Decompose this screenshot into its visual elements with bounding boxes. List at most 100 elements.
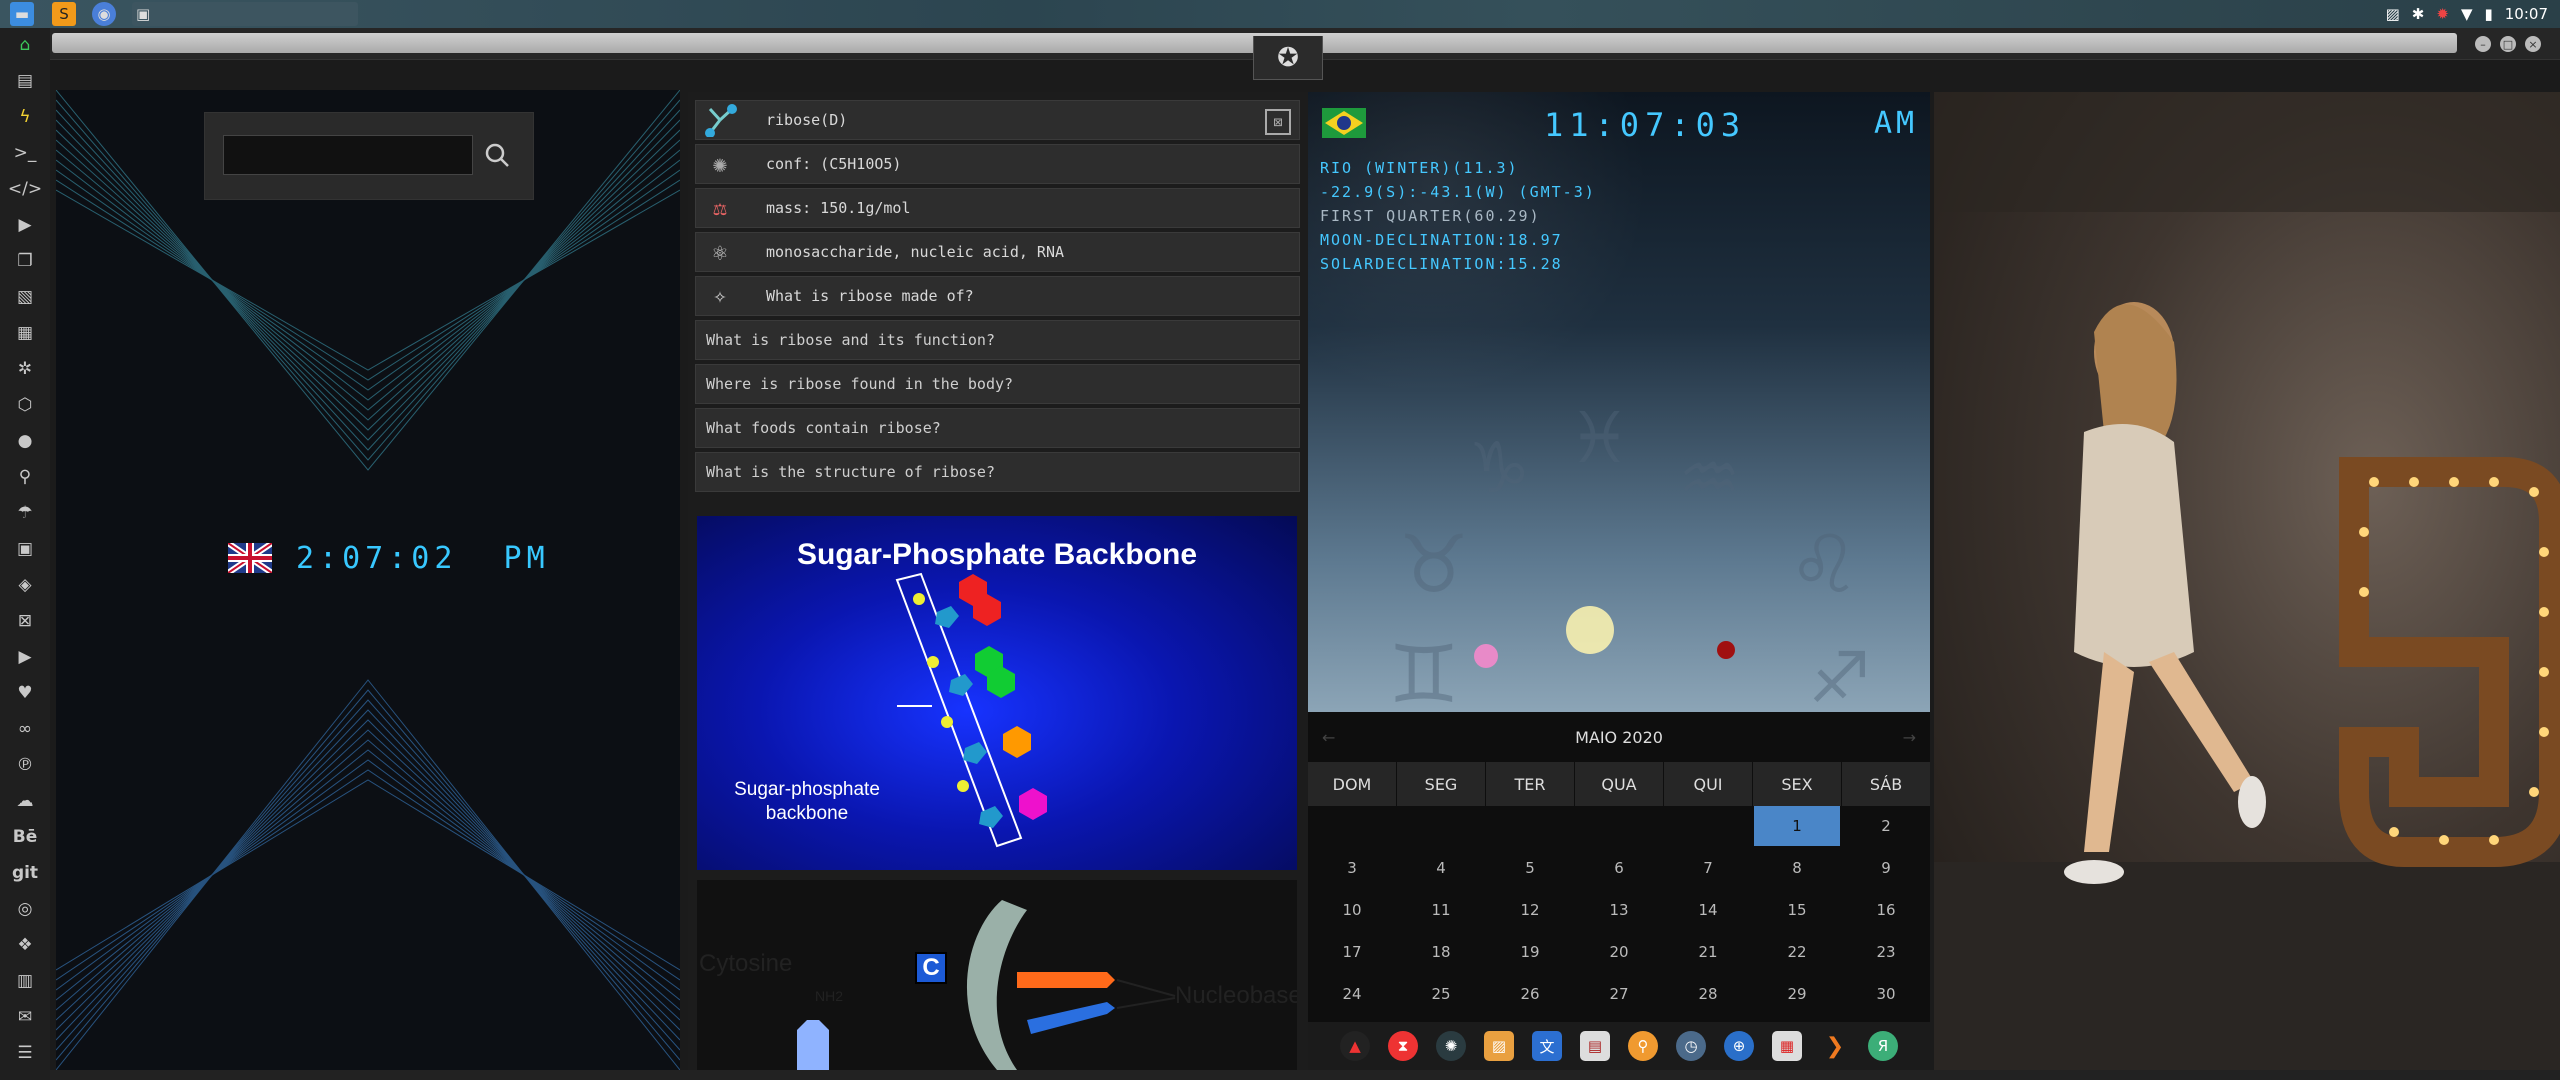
lightning-icon[interactable]: ϟ xyxy=(8,102,42,132)
reader-icon[interactable]: ▤ xyxy=(1580,1031,1610,1061)
search-icon[interactable]: ⚲ xyxy=(8,462,42,492)
calendar-day[interactable]: 25 xyxy=(1398,974,1484,1014)
chrome-icon[interactable]: ◉ xyxy=(92,2,116,26)
settings-icon[interactable]: ✲ xyxy=(8,354,42,384)
calendar-day[interactable]: 28 xyxy=(1665,974,1751,1014)
translate-icon[interactable]: 文 xyxy=(1532,1031,1562,1061)
home-icon[interactable]: ⌂ xyxy=(8,30,42,60)
maximize-button[interactable]: □ xyxy=(2500,36,2516,52)
files-icon[interactable]: ▬ xyxy=(10,2,34,26)
window-icon[interactable]: ▣ xyxy=(132,2,358,26)
calendar-day[interactable]: 12 xyxy=(1487,890,1573,930)
heart-icon[interactable]: ♥ xyxy=(8,678,42,708)
wifi-icon[interactable]: ▼ xyxy=(2461,5,2473,23)
yandex-icon[interactable]: Я xyxy=(1868,1031,1898,1061)
calendar-icon[interactable]: ▦ xyxy=(1772,1031,1802,1061)
terminal-icon[interactable]: >_ xyxy=(8,138,42,168)
calendar-day[interactable]: 21 xyxy=(1665,932,1751,972)
minimize-button[interactable]: – xyxy=(2475,36,2491,52)
calendar-day[interactable]: 13 xyxy=(1576,890,1662,930)
map-icon[interactable]: ▥ xyxy=(8,966,42,996)
finder-icon[interactable]: ⚲ xyxy=(1628,1031,1658,1061)
hexagon-icon[interactable]: ⬡ xyxy=(8,390,42,420)
calendar-day[interactable]: 11 xyxy=(1398,890,1484,930)
calendar-day[interactable]: 3 xyxy=(1309,848,1395,888)
question-made-of[interactable]: What is ribose made of? xyxy=(766,287,974,305)
search-button[interactable] xyxy=(477,135,517,175)
calendar-day[interactable]: 20 xyxy=(1576,932,1662,972)
sugar-phosphate-image[interactable]: Sugar-Phosphate Backbone Sugar-phosphate… xyxy=(697,516,1297,870)
clock-panel-london: 2:07:02 PM xyxy=(56,90,680,1070)
calendar-day[interactable]: 6 xyxy=(1576,848,1662,888)
bug-icon[interactable]: ✹ xyxy=(2436,5,2449,23)
rebel-logo-icon[interactable]: ✪ xyxy=(1253,36,1323,80)
calendar-day[interactable]: 26 xyxy=(1487,974,1573,1014)
behance-icon[interactable]: Bē xyxy=(8,822,42,852)
calendar-day[interactable]: 7 xyxy=(1665,848,1751,888)
calendar-day[interactable]: 4 xyxy=(1398,848,1484,888)
question-function[interactable]: What is ribose and its function? xyxy=(695,320,1300,360)
code-icon[interactable]: </> xyxy=(8,174,42,204)
globe-icon[interactable]: ● xyxy=(8,426,42,456)
image-icon[interactable]: ▨ xyxy=(2386,5,2400,23)
document-icon[interactable]: ▤ xyxy=(8,66,42,96)
cloud-icon[interactable]: ☁ xyxy=(8,786,42,816)
close-window-button[interactable]: × xyxy=(2525,36,2541,52)
pinterest-icon[interactable]: ℗ xyxy=(8,750,42,780)
orb-icon[interactable]: ✺ xyxy=(1436,1031,1466,1061)
adobe-icon[interactable]: ▲ xyxy=(1340,1031,1370,1061)
dropbox-icon[interactable]: ❖ xyxy=(8,930,42,960)
calendar-day[interactable]: 22 xyxy=(1754,932,1840,972)
umbrella-icon[interactable]: ☂ xyxy=(8,498,42,528)
calendar-day[interactable]: 2 xyxy=(1843,806,1929,846)
contact-icon[interactable]: ▣ xyxy=(8,534,42,564)
clock-text[interactable]: 10:07 xyxy=(2505,5,2548,23)
clock-icon[interactable]: ◷ xyxy=(1676,1031,1706,1061)
youtube-icon[interactable]: ▶ xyxy=(8,642,42,672)
battery-icon[interactable]: ▮ xyxy=(2485,5,2493,23)
calendar-day-selected[interactable]: 1 xyxy=(1754,806,1840,846)
calendar-day[interactable]: 24 xyxy=(1309,974,1395,1014)
calendar-header: ← MAIO 2020 → xyxy=(1308,712,1930,762)
github-icon[interactable]: ◎ xyxy=(8,894,42,924)
globe-icon[interactable]: ⊕ xyxy=(1724,1031,1754,1061)
play-icon[interactable]: ▶ xyxy=(8,210,42,240)
bluetooth-icon[interactable]: ✱ xyxy=(2412,5,2425,23)
mail-icon[interactable]: ✉ xyxy=(8,1002,42,1032)
calendar-day[interactable]: 5 xyxy=(1487,848,1573,888)
question-found-in-body[interactable]: Where is ribose found in the body? xyxy=(695,364,1300,404)
nucleobase-image[interactable]: Cytosine NH2 C Nucleobase xyxy=(697,880,1297,1070)
tag-icon[interactable]: ◈ xyxy=(8,570,42,600)
network-icon[interactable]: ⊠ xyxy=(8,606,42,636)
calendar-day[interactable]: 17 xyxy=(1309,932,1395,972)
prev-month-button[interactable]: ← xyxy=(1322,728,1335,747)
calendar-day[interactable]: 30 xyxy=(1843,974,1929,1014)
close-icon[interactable]: ⊠ xyxy=(1265,109,1291,135)
next-month-button[interactable]: → xyxy=(1903,728,1916,747)
calendar-day[interactable]: 29 xyxy=(1754,974,1840,1014)
server-icon[interactable]: ☰ xyxy=(8,1038,42,1068)
infinity-icon[interactable]: ∞ xyxy=(8,714,42,744)
calendar-day[interactable]: 19 xyxy=(1487,932,1573,972)
calendar-day[interactable]: 16 xyxy=(1843,890,1929,930)
image-icon[interactable]: ▧ xyxy=(8,282,42,312)
calendar-day[interactable]: 8 xyxy=(1754,848,1840,888)
arrow-icon[interactable]: ❯ xyxy=(1820,1031,1850,1061)
calendar-day[interactable]: 15 xyxy=(1754,890,1840,930)
calendar-day[interactable]: 27 xyxy=(1576,974,1662,1014)
git-icon[interactable]: git xyxy=(8,858,42,888)
calendar-day[interactable]: 23 xyxy=(1843,932,1929,972)
hourglass-icon[interactable]: ⧗ xyxy=(1388,1031,1418,1061)
calendar-day[interactable]: 9 xyxy=(1843,848,1929,888)
question-structure[interactable]: What is the structure of ribose? xyxy=(695,452,1300,492)
search-input[interactable] xyxy=(223,135,473,175)
copy-icon[interactable]: ❐ xyxy=(8,246,42,276)
question-foods[interactable]: What foods contain ribose? xyxy=(695,408,1300,448)
calendar-day[interactable]: 14 xyxy=(1665,890,1751,930)
calendar-day[interactable]: 10 xyxy=(1309,890,1395,930)
news-icon[interactable]: ▦ xyxy=(8,318,42,348)
sublime-icon[interactable]: S xyxy=(52,2,76,26)
preview-icon[interactable]: ▨ xyxy=(1484,1031,1514,1061)
calendar-day[interactable]: 18 xyxy=(1398,932,1484,972)
info-row-question[interactable]: ✧ What is ribose made of? xyxy=(695,276,1300,316)
